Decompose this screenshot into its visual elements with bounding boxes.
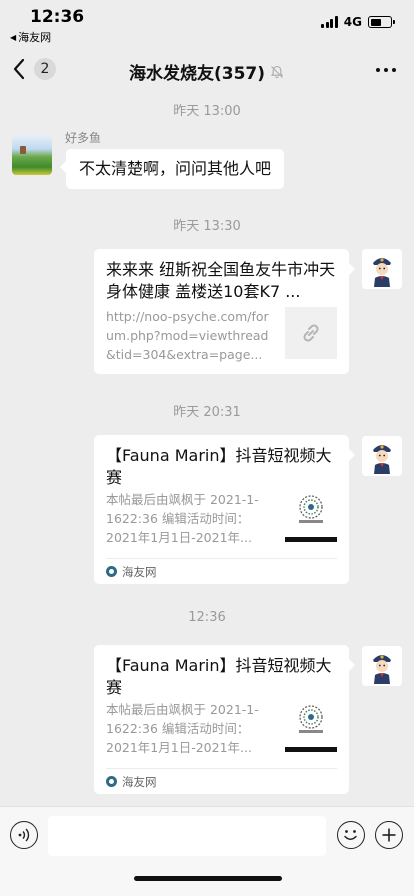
- battery-icon: [368, 16, 395, 28]
- source-logo-icon: [106, 566, 117, 577]
- avatar-figure: [20, 146, 26, 154]
- back-app-label: 海友网: [18, 31, 52, 44]
- chat-messages[interactable]: 昨天 13:00 好多鱼 不太清楚啊，问问其他人吧 昨天 13:30 来来来 纽…: [0, 94, 414, 806]
- status-time: 12:36: [30, 7, 85, 27]
- voice-wave-icon: [18, 828, 30, 842]
- qr-code-thumbnail: [285, 700, 337, 752]
- policeman-avatar-icon: [362, 436, 402, 476]
- avatar-self[interactable]: [362, 249, 402, 289]
- status-indicators: 4G: [321, 15, 395, 29]
- more-dot: [384, 68, 388, 72]
- policeman-avatar-icon: [362, 249, 402, 289]
- chat-header: 2 海水发烧友(357): [0, 46, 414, 94]
- chat-title-wrap: 海水发烧友(357): [0, 59, 414, 84]
- voice-input-button[interactable]: [10, 821, 38, 849]
- source-logo-icon: [106, 776, 117, 787]
- link-card-message[interactable]: 【Fauna Marin】抖音短视频大赛 本帖最后由飒枫于 2021-1-162…: [94, 645, 355, 794]
- text-message-bubble[interactable]: 不太清楚啊，问问其他人吧: [59, 149, 285, 189]
- source-name: 海友网: [122, 564, 157, 579]
- link-card-description: 本帖最后由飒枫于 2021-1-1622:36 编辑活动时间：2021年1月1日…: [106, 702, 259, 755]
- smiley-icon: [344, 830, 357, 840]
- source-name: 海友网: [122, 774, 157, 789]
- avatar-self[interactable]: [362, 436, 402, 476]
- battery-level: [370, 18, 381, 26]
- bell-slash-icon: [270, 65, 284, 78]
- more-actions-button[interactable]: [375, 821, 403, 849]
- more-button[interactable]: [376, 68, 396, 72]
- qr-code-icon: [285, 490, 337, 542]
- back-to-app-link[interactable]: ◀ 海友网: [10, 29, 51, 45]
- time-separator: 昨天 20:31: [173, 405, 241, 420]
- link-card-description: 本帖最后由飒枫于 2021-1-1622:36 编辑活动时间：2021年1月1日…: [106, 492, 259, 545]
- emoji-button[interactable]: [337, 821, 365, 849]
- time-separator: 昨天 13:30: [173, 219, 241, 234]
- link-thumbnail: [285, 307, 337, 359]
- status-bar: 12:36 ◀ 海友网 4G: [0, 0, 414, 46]
- chat-title: 海水发烧友(357): [128, 64, 266, 84]
- more-dot: [392, 68, 396, 72]
- link-card-title: 来来来 纽斯祝全国鱼友牛市冲天 身体健康 盖楼送10套K7 ...: [106, 260, 336, 301]
- link-card-message[interactable]: 来来来 纽斯祝全国鱼友牛市冲天 身体健康 盖楼送10套K7 ... http:/…: [94, 249, 355, 374]
- signal-icon: [321, 16, 338, 28]
- time-separator: 12:36: [188, 610, 226, 625]
- chain-link-icon: [303, 324, 319, 342]
- message-input[interactable]: [48, 816, 326, 856]
- policeman-avatar-icon: [362, 646, 402, 686]
- qr-code-icon: [285, 700, 337, 752]
- network-type: 4G: [343, 15, 362, 29]
- link-card-source: 海友网: [106, 558, 337, 584]
- avatar-self[interactable]: [362, 646, 402, 686]
- qr-code-thumbnail: [285, 490, 337, 542]
- time-separator: 昨天 13:00: [173, 104, 241, 119]
- avatar-haoduoyu[interactable]: [12, 135, 52, 175]
- link-card-title: 【Fauna Marin】抖音短视频大赛: [106, 446, 332, 487]
- link-card-description: http://noo-psyche.com/forum.php?mod=view…: [106, 309, 269, 362]
- link-card-message[interactable]: 【Fauna Marin】抖音短视频大赛 本帖最后由飒枫于 2021-1-162…: [94, 435, 355, 584]
- plus-icon: [382, 828, 396, 842]
- home-indicator: [134, 876, 282, 881]
- link-card-source: 海友网: [106, 768, 337, 794]
- more-dot: [376, 68, 380, 72]
- link-card-title: 【Fauna Marin】抖音短视频大赛: [106, 656, 332, 697]
- input-bar: [0, 806, 414, 896]
- back-triangle-icon: ◀: [10, 32, 17, 42]
- sender-name: 好多鱼: [65, 131, 102, 145]
